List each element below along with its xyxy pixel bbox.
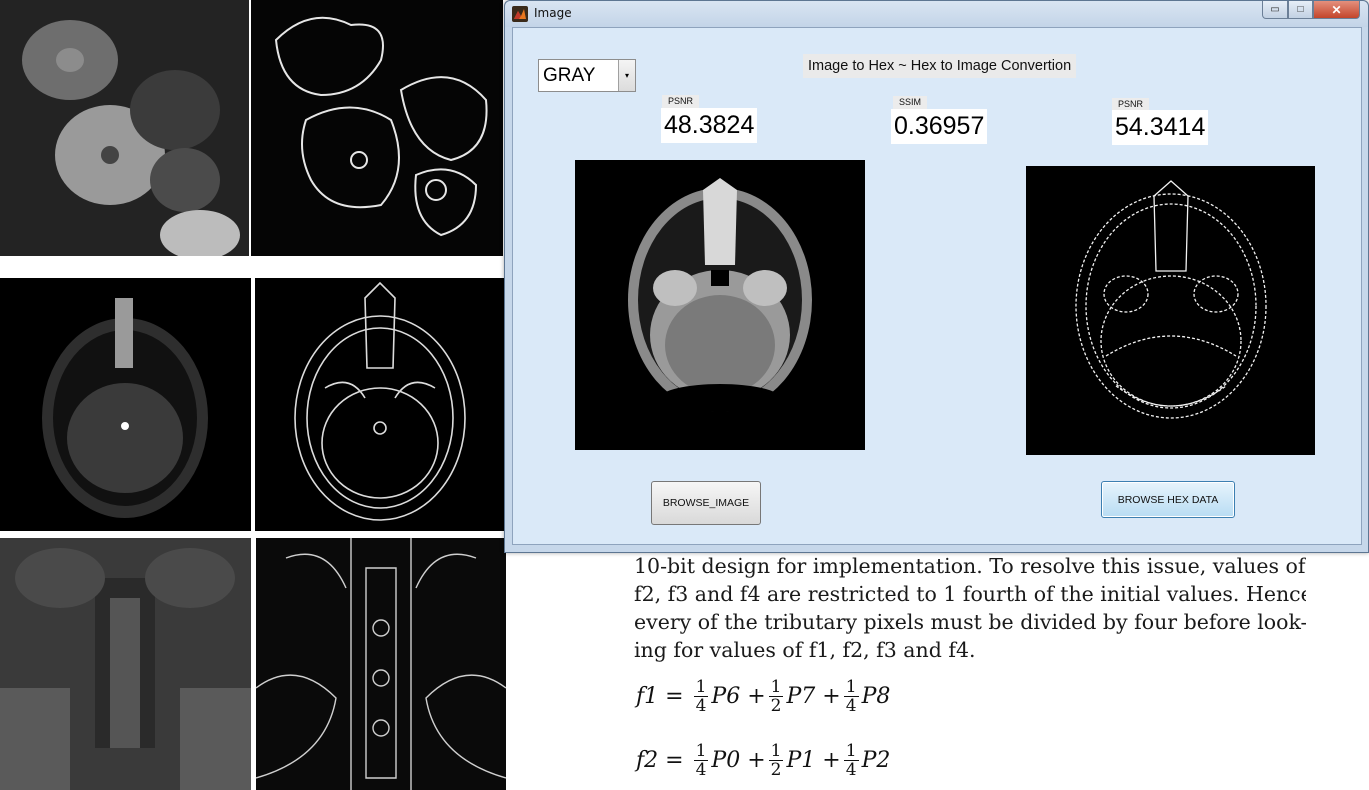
fraction: 12 xyxy=(768,741,784,780)
psnr-left-label: PSNR xyxy=(662,95,700,108)
flower-edge-image xyxy=(251,0,503,256)
color-mode-select[interactable]: GRAY ▾ xyxy=(538,59,636,92)
mri-axial-edge-image xyxy=(255,278,505,531)
paragraph-line: ing for values of f1, f2, f3 and f4. xyxy=(634,638,976,662)
ssim-label: SSIM xyxy=(893,96,928,109)
image-figure-window: Image ▭ □ ✕ GRAY ▾ Image to Hex ~ Hex to… xyxy=(504,0,1369,553)
formula-f2: f2 = 1 4 P0 + 1 2 P1 + 1 4 P2 xyxy=(636,741,891,780)
fraction: 14 xyxy=(693,741,709,780)
mri-coronal-edge-image xyxy=(256,538,506,790)
paper-paragraph: 10-bit design for implementation. To res… xyxy=(634,552,1306,664)
paragraph-line: every of the tributary pixels must be di… xyxy=(634,610,1306,634)
fraction: 14 xyxy=(693,677,709,716)
fraction: 14 xyxy=(843,741,859,780)
app-heading: Image to Hex ~ Hex to Image Convertion xyxy=(803,54,1077,78)
matlab-figure-icon xyxy=(512,6,528,22)
close-icon: ✕ xyxy=(1331,2,1342,17)
fraction: 14 xyxy=(843,677,859,716)
figure-client-area: GRAY ▾ Image to Hex ~ Hex to Image Conve… xyxy=(512,27,1362,545)
formula-f1: f1 = 1 4 P6 + 1 2 P7 + 1 4 P8 xyxy=(636,677,891,716)
color-mode-value: GRAY xyxy=(543,65,596,86)
psnr-left-value: 48.3824 xyxy=(661,108,758,143)
maximize-icon: □ xyxy=(1297,4,1304,15)
dropdown-arrow-icon[interactable]: ▾ xyxy=(618,60,635,91)
formula-lhs: f2 = xyxy=(636,748,684,773)
window-title: Image xyxy=(534,6,572,20)
minimize-icon: ▭ xyxy=(1270,4,1280,15)
browse-hex-data-button[interactable]: BROWSE HEX DATA xyxy=(1101,481,1235,518)
close-button[interactable]: ✕ xyxy=(1313,1,1360,19)
psnr-right-value: 54.3414 xyxy=(1112,110,1209,145)
minimize-button[interactable]: ▭ xyxy=(1262,1,1288,19)
mri-axial-original-image xyxy=(0,278,251,531)
original-image-axes xyxy=(575,160,865,450)
mri-coronal-original-image xyxy=(0,538,251,790)
window-titlebar[interactable]: Image ▭ □ ✕ xyxy=(505,1,1368,27)
ssim-value: 0.36957 xyxy=(891,109,988,144)
formula-lhs: f1 = xyxy=(636,684,684,709)
hex-decoded-image-axes xyxy=(1026,166,1315,455)
maximize-button[interactable]: □ xyxy=(1288,1,1313,19)
paragraph-line: 10-bit design for implementation. To res… xyxy=(634,554,1306,578)
flower-gray-image xyxy=(0,0,249,256)
paragraph-line: f2, f3 and f4 are restricted to 1 fourth… xyxy=(634,582,1306,606)
browse-image-button[interactable]: BROWSE_IMAGE xyxy=(651,481,761,525)
fraction: 12 xyxy=(768,677,784,716)
